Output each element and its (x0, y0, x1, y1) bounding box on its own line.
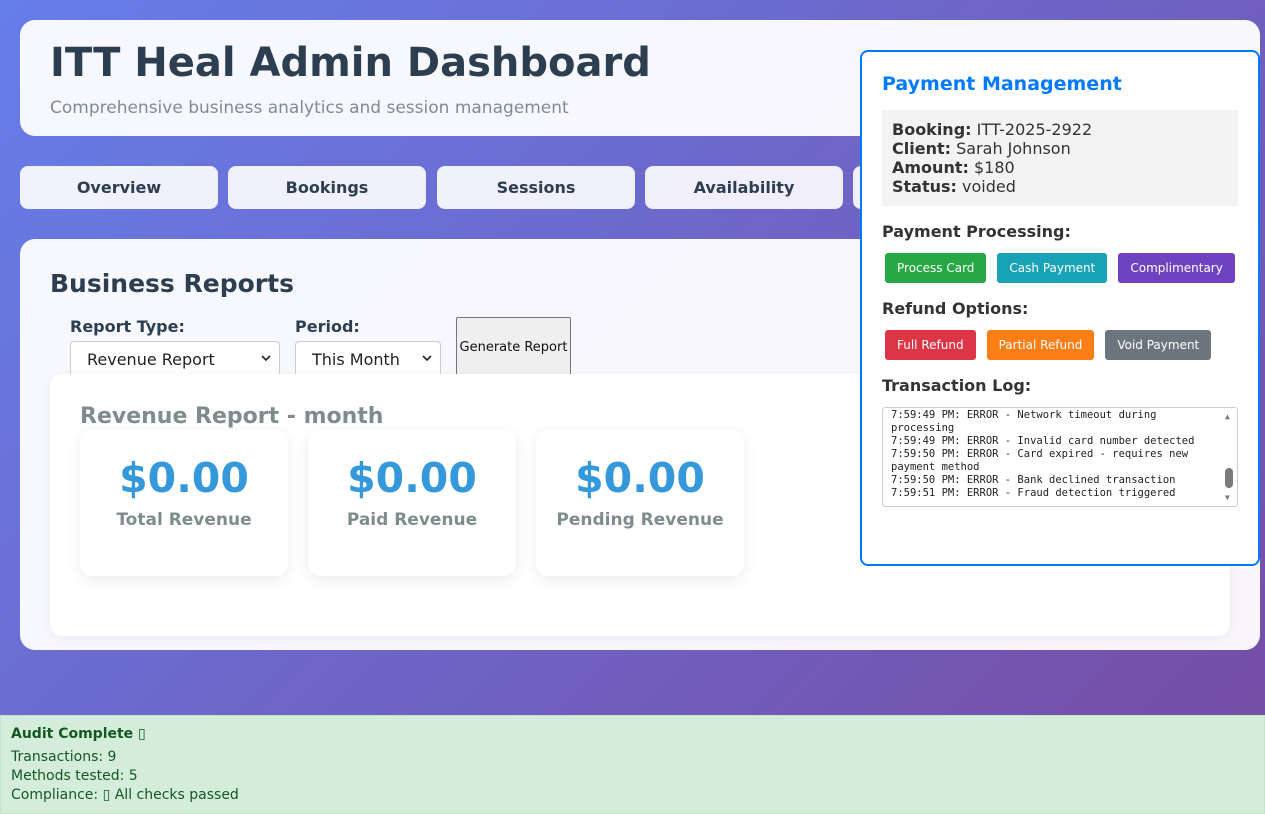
payment-processing-buttons: Process Card Cash Payment Complimentary (882, 253, 1238, 283)
amount-row: Amount: $180 (892, 158, 1015, 177)
tab-sessions[interactable]: Sessions (437, 166, 635, 209)
pending-revenue-card: $0.00 Pending Revenue (536, 430, 744, 576)
generate-report-button[interactable]: Generate Report (456, 317, 571, 377)
report-title: Revenue Report - month (80, 404, 384, 429)
tab-overview[interactable]: Overview (20, 166, 218, 209)
client-name: Sarah Johnson (956, 139, 1071, 158)
tab-bookings[interactable]: Bookings (228, 166, 426, 209)
booking-id: ITT-2025-2922 (976, 120, 1093, 139)
period-value: This Month (312, 349, 400, 369)
report-type-value: Revenue Report (87, 349, 215, 369)
stat-value: $0.00 (347, 454, 477, 502)
stat-label: Paid Revenue (346, 510, 478, 530)
period-label: Period: (295, 317, 360, 336)
audit-title: Audit Complete ▯ (11, 726, 146, 742)
transaction-log[interactable]: 7:59:49 PM: ERROR - Network timeout duri… (882, 407, 1238, 507)
paid-revenue-card: $0.00 Paid Revenue (308, 430, 516, 576)
refund-options-title: Refund Options: (882, 299, 1029, 318)
log-entry: 7:59:50 PM: ERROR - Bank declined transa… (891, 474, 1176, 486)
payment-processing-title: Payment Processing: (882, 222, 1071, 241)
log-entry: 7:59:50 PM: ERROR - Card expired - requi… (891, 448, 1189, 473)
full-refund-button[interactable]: Full Refund (885, 330, 976, 360)
log-entry: 7:59:49 PM: ERROR - Invalid card number … (891, 435, 1195, 447)
stat-label: Total Revenue (116, 510, 252, 530)
modal-title: Payment Management (882, 73, 1122, 95)
chevron-down-icon (422, 355, 432, 362)
process-card-button[interactable]: Process Card (885, 253, 987, 283)
booking-info: Booking: ITT-2025-2922 Client: Sarah Joh… (882, 110, 1238, 206)
log-entry: 7:59:49 PM: ERROR - Network timeout duri… (891, 409, 1157, 434)
report-type-select[interactable]: Revenue Report (70, 341, 280, 377)
total-revenue-card: $0.00 Total Revenue (80, 430, 288, 576)
client-row: Client: Sarah Johnson (892, 139, 1071, 158)
reports-title: Business Reports (50, 269, 294, 298)
audit-notification: Audit Complete ▯ Transactions: 9 Methods… (0, 715, 1265, 814)
cash-payment-button[interactable]: Cash Payment (997, 253, 1108, 283)
complimentary-button[interactable]: Complimentary (1118, 253, 1235, 283)
partial-refund-button[interactable]: Partial Refund (986, 330, 1095, 360)
booking-row: Booking: ITT-2025-2922 (892, 120, 1093, 139)
refund-buttons: Full Refund Partial Refund Void Payment (882, 330, 1238, 360)
log-scrollbar[interactable]: ▲ ▼ (1222, 408, 1237, 506)
status-row: Status: voided (892, 177, 1016, 196)
stat-label: Pending Revenue (556, 510, 724, 530)
transaction-log-title: Transaction Log: (882, 376, 1032, 395)
scroll-thumb[interactable] (1225, 468, 1233, 488)
tab-availability[interactable]: Availability (645, 166, 843, 209)
void-payment-button[interactable]: Void Payment (1105, 330, 1212, 360)
amount-value: $180 (973, 158, 1015, 177)
log-entry: 7:59:51 PM: ERROR - Fraud detection trig… (891, 487, 1176, 499)
stat-value: $0.00 (119, 454, 249, 502)
audit-compliance: Compliance: ▯ All checks passed (11, 787, 239, 803)
audit-methods: Methods tested: 5 (11, 768, 138, 784)
chevron-down-icon (261, 355, 271, 362)
scroll-up-icon[interactable]: ▲ (1225, 410, 1230, 423)
period-select[interactable]: This Month (295, 341, 441, 377)
scroll-down-icon[interactable]: ▼ (1225, 491, 1230, 504)
stat-value: $0.00 (575, 454, 705, 502)
payment-management-modal: Payment Management Booking: ITT-2025-292… (860, 50, 1260, 566)
report-type-label: Report Type: (70, 317, 185, 336)
audit-transactions: Transactions: 9 (11, 749, 117, 765)
status-value: voided (962, 177, 1016, 196)
